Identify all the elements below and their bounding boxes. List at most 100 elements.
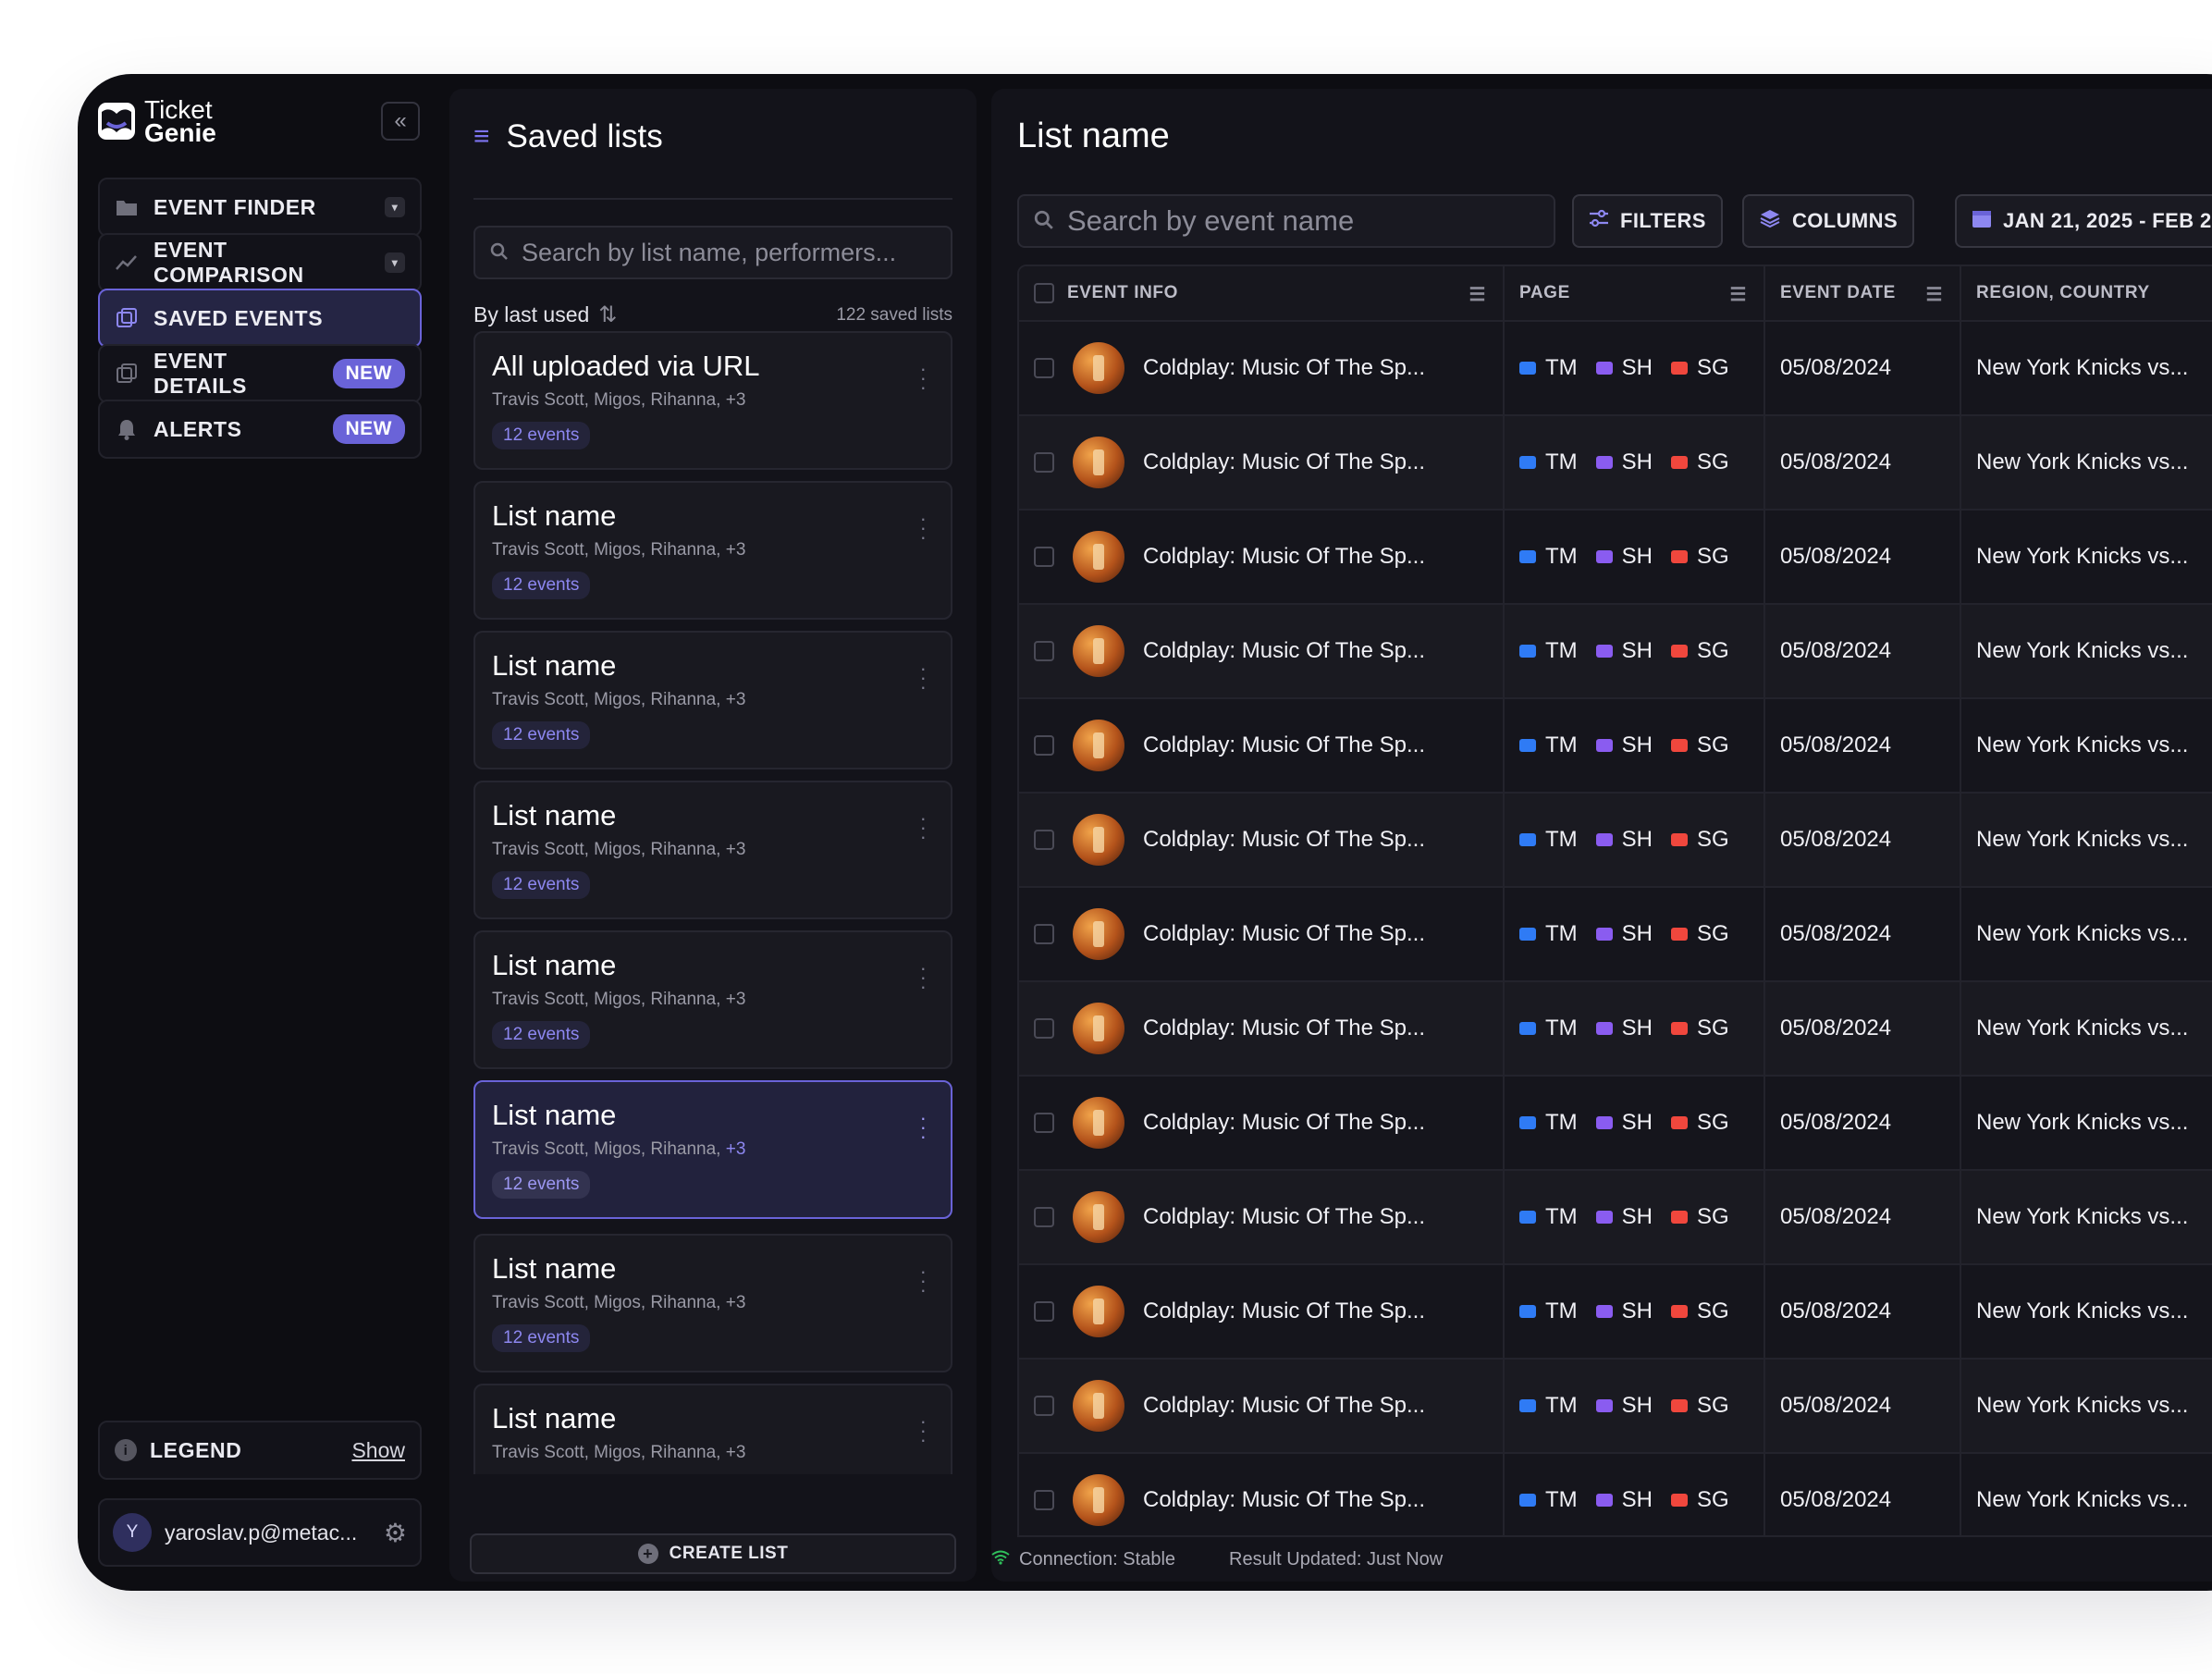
- nav-alerts[interactable]: ALERTS NEW: [98, 400, 422, 459]
- page-source-tm[interactable]: TM: [1519, 921, 1578, 947]
- nav-event-comparison[interactable]: EVENT COMPARISON ▾: [98, 233, 422, 292]
- page-source-tm[interactable]: TM: [1519, 1299, 1578, 1324]
- page-source-sh[interactable]: SH: [1595, 355, 1653, 381]
- column-header-event-info[interactable]: EVENT INFO ☰: [1019, 266, 1505, 321]
- list-search-input[interactable]: [522, 238, 936, 267]
- event-name[interactable]: Coldplay: Music Of The Sp...: [1143, 1204, 1425, 1230]
- row-checkbox[interactable]: [1034, 924, 1054, 944]
- row-checkbox[interactable]: [1034, 358, 1054, 378]
- more-vertical-icon[interactable]: · · ·: [920, 1411, 927, 1450]
- table-row[interactable]: Coldplay: Music Of The Sp... TM SH SG 05/08/…: [1019, 1263, 2212, 1359]
- row-checkbox[interactable]: [1034, 452, 1054, 473]
- list-card[interactable]: List name Travis Scott, Migos, Rihanna, …: [473, 1234, 952, 1372]
- column-header-event-date[interactable]: EVENT DATE ☰: [1764, 266, 1961, 321]
- page-source-sh[interactable]: SH: [1595, 1204, 1653, 1230]
- event-name[interactable]: Coldplay: Music Of The Sp...: [1143, 921, 1425, 947]
- column-header-region[interactable]: REGION, COUNTRY☰: [1960, 266, 2212, 321]
- sort-control[interactable]: By last used ⇅: [473, 302, 617, 328]
- more-vertical-icon[interactable]: · · ·: [920, 1262, 927, 1300]
- nav-event-details[interactable]: EVENT DETAILS NEW: [98, 344, 422, 403]
- more-vertical-icon[interactable]: · · ·: [920, 359, 927, 398]
- row-checkbox[interactable]: [1034, 1207, 1054, 1227]
- list-search-field[interactable]: [473, 226, 952, 279]
- row-checkbox[interactable]: [1034, 1490, 1054, 1510]
- chevron-down-icon[interactable]: ▾: [385, 252, 405, 273]
- performers-more[interactable]: +3: [726, 1139, 746, 1159]
- date-range-picker[interactable]: JAN 21, 2025 - FEB 21, 2025: [1955, 194, 2212, 248]
- page-source-sg[interactable]: SG: [1671, 732, 1729, 758]
- more-vertical-icon[interactable]: · · ·: [920, 509, 927, 548]
- table-row[interactable]: Coldplay: Music Of The Sp... TM SH SG 05/08/…: [1019, 414, 2212, 510]
- table-row[interactable]: Coldplay: Music Of The Sp... TM SH SG 05/08/…: [1019, 1075, 2212, 1170]
- row-checkbox[interactable]: [1034, 1113, 1054, 1133]
- page-source-sh[interactable]: SH: [1595, 638, 1653, 664]
- page-source-tm[interactable]: TM: [1519, 732, 1578, 758]
- collapse-sidebar-button[interactable]: «: [381, 102, 420, 141]
- more-vertical-icon[interactable]: · · ·: [920, 808, 927, 847]
- row-checkbox[interactable]: [1034, 1396, 1054, 1416]
- event-name[interactable]: Coldplay: Music Of The Sp...: [1143, 827, 1425, 853]
- gear-icon[interactable]: ⚙: [384, 1518, 407, 1548]
- page-source-tm[interactable]: TM: [1519, 449, 1578, 475]
- table-row[interactable]: Coldplay: Music Of The Sp... TM SH SG 05/08/…: [1019, 1452, 2212, 1535]
- table-row[interactable]: Coldplay: Music Of The Sp... TM SH SG 05/08/…: [1019, 792, 2212, 887]
- select-all-checkbox[interactable]: [1034, 282, 1054, 303]
- event-name[interactable]: Coldplay: Music Of The Sp...: [1143, 732, 1425, 758]
- more-vertical-icon[interactable]: · · ·: [920, 659, 927, 697]
- sort-icon[interactable]: ☰: [1925, 283, 1943, 306]
- page-source-sh[interactable]: SH: [1595, 827, 1653, 853]
- row-checkbox[interactable]: [1034, 1018, 1054, 1039]
- table-row[interactable]: Coldplay: Music Of The Sp... TM SH SG 05/08/…: [1019, 320, 2212, 415]
- menu-icon[interactable]: ≡: [473, 121, 490, 153]
- page-source-tm[interactable]: TM: [1519, 1110, 1578, 1136]
- list-card[interactable]: All uploaded via URL Travis Scott, Migos…: [473, 331, 952, 470]
- page-source-tm[interactable]: TM: [1519, 827, 1578, 853]
- event-name[interactable]: Coldplay: Music Of The Sp...: [1143, 544, 1425, 570]
- list-card-selected[interactable]: List name Travis Scott, Migos, Rihanna, …: [473, 1080, 952, 1219]
- page-source-sg[interactable]: SG: [1671, 1487, 1729, 1513]
- page-source-tm[interactable]: TM: [1519, 1015, 1578, 1041]
- event-name[interactable]: Coldplay: Music Of The Sp...: [1143, 355, 1425, 381]
- event-search-field[interactable]: [1017, 194, 1555, 248]
- list-card[interactable]: List name Travis Scott, Migos, Rihanna, …: [473, 1384, 952, 1474]
- page-source-tm[interactable]: TM: [1519, 1487, 1578, 1513]
- page-source-sh[interactable]: SH: [1595, 1015, 1653, 1041]
- page-source-sh[interactable]: SH: [1595, 1393, 1653, 1419]
- row-checkbox[interactable]: [1034, 1301, 1054, 1322]
- page-source-tm[interactable]: TM: [1519, 355, 1578, 381]
- list-card[interactable]: List name Travis Scott, Migos, Rihanna, …: [473, 631, 952, 769]
- page-source-sg[interactable]: SG: [1671, 1204, 1729, 1230]
- page-source-sh[interactable]: SH: [1595, 449, 1653, 475]
- filters-button[interactable]: FILTERS: [1572, 194, 1723, 248]
- event-name[interactable]: Coldplay: Music Of The Sp...: [1143, 449, 1425, 475]
- event-search-input[interactable]: [1067, 204, 1539, 238]
- list-card[interactable]: List name Travis Scott, Migos, Rihanna, …: [473, 930, 952, 1069]
- table-row[interactable]: Coldplay: Music Of The Sp... TM SH SG 05/08/…: [1019, 886, 2212, 981]
- more-vertical-icon[interactable]: · · ·: [920, 1108, 927, 1147]
- page-source-sg[interactable]: SG: [1671, 1110, 1729, 1136]
- page-source-sg[interactable]: SG: [1671, 827, 1729, 853]
- table-row[interactable]: Coldplay: Music Of The Sp... TM SH SG 05/08/…: [1019, 697, 2212, 793]
- nav-saved-events[interactable]: SAVED EVENTS: [98, 289, 422, 348]
- sort-icon[interactable]: ☰: [1729, 283, 1747, 306]
- event-name[interactable]: Coldplay: Music Of The Sp...: [1143, 638, 1425, 664]
- column-header-page[interactable]: PAGE ☰: [1504, 266, 1765, 321]
- event-name[interactable]: Coldplay: Music Of The Sp...: [1143, 1110, 1425, 1136]
- event-name[interactable]: Coldplay: Music Of The Sp...: [1143, 1393, 1425, 1419]
- table-row[interactable]: Coldplay: Music Of The Sp... TM SH SG 05/08/…: [1019, 980, 2212, 1076]
- page-source-sh[interactable]: SH: [1595, 921, 1653, 947]
- list-card[interactable]: List name Travis Scott, Migos, Rihanna, …: [473, 481, 952, 620]
- page-source-tm[interactable]: TM: [1519, 638, 1578, 664]
- create-list-button[interactable]: + CREATE LIST: [470, 1533, 956, 1574]
- page-source-sg[interactable]: SG: [1671, 638, 1729, 664]
- row-checkbox[interactable]: [1034, 830, 1054, 850]
- list-card[interactable]: List name Travis Scott, Migos, Rihanna, …: [473, 781, 952, 919]
- page-source-sh[interactable]: SH: [1595, 732, 1653, 758]
- page-source-sh[interactable]: SH: [1595, 544, 1653, 570]
- page-source-sh[interactable]: SH: [1595, 1487, 1653, 1513]
- page-source-sg[interactable]: SG: [1671, 1015, 1729, 1041]
- sort-icon[interactable]: ☰: [1469, 283, 1486, 306]
- row-checkbox[interactable]: [1034, 547, 1054, 567]
- nav-event-finder[interactable]: EVENT FINDER ▾: [98, 178, 422, 237]
- row-checkbox[interactable]: [1034, 735, 1054, 756]
